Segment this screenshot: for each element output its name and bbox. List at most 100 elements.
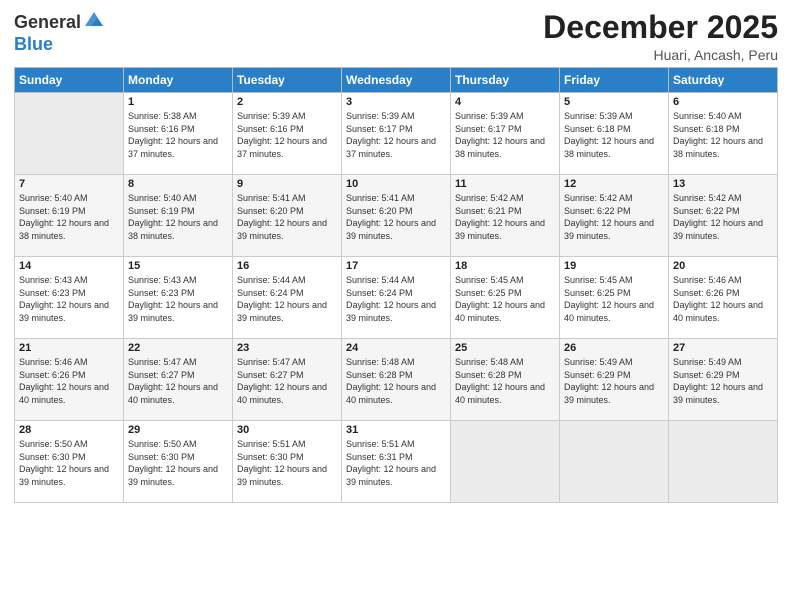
- day-number: 26: [564, 342, 664, 354]
- day-info: Sunrise: 5:51 AMSunset: 6:31 PMDaylight:…: [346, 438, 446, 488]
- page-container: General Blue December 2025 Huari, Ancash…: [0, 0, 792, 513]
- day-number: 21: [19, 342, 119, 354]
- day-number: 28: [19, 424, 119, 436]
- table-row: 1 Sunrise: 5:38 AMSunset: 6:16 PMDaylight…: [124, 93, 233, 175]
- day-info: Sunrise: 5:45 AMSunset: 6:25 PMDaylight:…: [455, 274, 555, 324]
- day-info: Sunrise: 5:40 AMSunset: 6:19 PMDaylight:…: [128, 192, 228, 242]
- table-row: 31 Sunrise: 5:51 AMSunset: 6:31 PMDayligh…: [342, 421, 451, 503]
- day-number: 22: [128, 342, 228, 354]
- table-row: 21Sunrise: 5:46 AMSunset: 6:26 PMDayligh…: [15, 339, 124, 421]
- header-row: Sunday Monday Tuesday Wednesday Thursday…: [15, 68, 778, 93]
- table-row: 15 Sunrise: 5:43 AMSunset: 6:23 PMDayligh…: [124, 257, 233, 339]
- day-number: 1: [128, 96, 228, 108]
- day-info: Sunrise: 5:42 AMSunset: 6:22 PMDaylight:…: [673, 192, 773, 242]
- day-info: Sunrise: 5:49 AMSunset: 6:29 PMDaylight:…: [673, 356, 773, 406]
- table-row: 28Sunrise: 5:50 AMSunset: 6:30 PMDayligh…: [15, 421, 124, 503]
- table-row: 11Sunrise: 5:42 AMSunset: 6:21 PMDayligh…: [451, 175, 560, 257]
- day-info: Sunrise: 5:41 AMSunset: 6:20 PMDaylight:…: [346, 192, 446, 242]
- day-number: 10: [346, 178, 446, 190]
- col-wednesday: Wednesday: [342, 68, 451, 93]
- calendar-week-row: 14 Sunrise: 5:43 AMSunset: 6:23 PMDayligh…: [15, 257, 778, 339]
- day-number: 18: [455, 260, 555, 272]
- table-row: [669, 421, 778, 503]
- table-row: [451, 421, 560, 503]
- day-info: Sunrise: 5:42 AMSunset: 6:21 PMDaylight:…: [455, 192, 555, 242]
- col-tuesday: Tuesday: [233, 68, 342, 93]
- day-info: Sunrise: 5:44 AMSunset: 6:24 PMDaylight:…: [346, 274, 446, 324]
- day-number: 27: [673, 342, 773, 354]
- table-row: 17Sunrise: 5:44 AMSunset: 6:24 PMDayligh…: [342, 257, 451, 339]
- day-number: 2: [237, 96, 337, 108]
- day-info: Sunrise: 5:43 AMSunset: 6:23 PMDaylight:…: [19, 274, 119, 324]
- table-row: 25 Sunrise: 5:48 AMSunset: 6:28 PMDayligh…: [451, 339, 560, 421]
- day-info: Sunrise: 5:48 AMSunset: 6:28 PMDaylight:…: [455, 356, 555, 406]
- table-row: 16Sunrise: 5:44 AMSunset: 6:24 PMDayligh…: [233, 257, 342, 339]
- table-row: 24Sunrise: 5:48 AMSunset: 6:28 PMDayligh…: [342, 339, 451, 421]
- calendar-week-row: 28 Sunrise: 5:50 AMSunset: 6:30 PMDayligh…: [15, 421, 778, 503]
- table-row: 3 Sunrise: 5:39 AMSunset: 6:17 PMDaylight…: [342, 93, 451, 175]
- table-row: [560, 421, 669, 503]
- day-number: 8: [128, 178, 228, 190]
- logo: General Blue: [14, 10, 105, 55]
- day-info: Sunrise: 5:51 AMSunset: 6:30 PMDaylight:…: [237, 438, 337, 488]
- month-title: December 2025: [543, 10, 778, 45]
- table-row: 30Sunrise: 5:51 AMSunset: 6:30 PMDayligh…: [233, 421, 342, 503]
- day-number: 31: [346, 424, 446, 436]
- day-number: 14: [19, 260, 119, 272]
- day-info: Sunrise: 5:48 AMSunset: 6:28 PMDaylight:…: [346, 356, 446, 406]
- title-area: December 2025 Huari, Ancash, Peru: [543, 10, 778, 63]
- day-info: Sunrise: 5:47 AMSunset: 6:27 PMDaylight:…: [128, 356, 228, 406]
- day-info: Sunrise: 5:39 AMSunset: 6:16 PMDaylight:…: [237, 110, 337, 160]
- day-number: 23: [237, 342, 337, 354]
- location: Huari, Ancash, Peru: [543, 47, 778, 63]
- table-row: 6 Sunrise: 5:40 AMSunset: 6:18 PMDaylight…: [669, 93, 778, 175]
- logo-general: General: [14, 13, 81, 33]
- day-info: Sunrise: 5:39 AMSunset: 6:17 PMDaylight:…: [346, 110, 446, 160]
- day-info: Sunrise: 5:39 AMSunset: 6:17 PMDaylight:…: [455, 110, 555, 160]
- col-sunday: Sunday: [15, 68, 124, 93]
- table-row: 27 Sunrise: 5:49 AMSunset: 6:29 PMDayligh…: [669, 339, 778, 421]
- logo-icon: [83, 8, 105, 30]
- logo-blue: Blue: [14, 34, 53, 54]
- col-saturday: Saturday: [669, 68, 778, 93]
- day-info: Sunrise: 5:38 AMSunset: 6:16 PMDaylight:…: [128, 110, 228, 160]
- col-thursday: Thursday: [451, 68, 560, 93]
- day-info: Sunrise: 5:41 AMSunset: 6:20 PMDaylight:…: [237, 192, 337, 242]
- table-row: 4 Sunrise: 5:39 AMSunset: 6:17 PMDaylight…: [451, 93, 560, 175]
- day-number: 20: [673, 260, 773, 272]
- day-number: 15: [128, 260, 228, 272]
- table-row: 14 Sunrise: 5:43 AMSunset: 6:23 PMDayligh…: [15, 257, 124, 339]
- table-row: 8 Sunrise: 5:40 AMSunset: 6:19 PMDaylight…: [124, 175, 233, 257]
- day-number: 5: [564, 96, 664, 108]
- calendar-week-row: 21Sunrise: 5:46 AMSunset: 6:26 PMDayligh…: [15, 339, 778, 421]
- day-number: 6: [673, 96, 773, 108]
- header: General Blue December 2025 Huari, Ancash…: [14, 10, 778, 63]
- table-row: 5Sunrise: 5:39 AMSunset: 6:18 PMDaylight…: [560, 93, 669, 175]
- table-row: 10 Sunrise: 5:41 AMSunset: 6:20 PMDayligh…: [342, 175, 451, 257]
- table-row: 22 Sunrise: 5:47 AMSunset: 6:27 PMDayligh…: [124, 339, 233, 421]
- day-number: 9: [237, 178, 337, 190]
- day-number: 3: [346, 96, 446, 108]
- table-row: 19Sunrise: 5:45 AMSunset: 6:25 PMDayligh…: [560, 257, 669, 339]
- day-info: Sunrise: 5:40 AMSunset: 6:19 PMDaylight:…: [19, 192, 119, 242]
- day-info: Sunrise: 5:40 AMSunset: 6:18 PMDaylight:…: [673, 110, 773, 160]
- day-info: Sunrise: 5:49 AMSunset: 6:29 PMDaylight:…: [564, 356, 664, 406]
- day-info: Sunrise: 5:43 AMSunset: 6:23 PMDaylight:…: [128, 274, 228, 324]
- day-info: Sunrise: 5:46 AMSunset: 6:26 PMDaylight:…: [673, 274, 773, 324]
- table-row: 20 Sunrise: 5:46 AMSunset: 6:26 PMDayligh…: [669, 257, 778, 339]
- calendar-week-row: 1 Sunrise: 5:38 AMSunset: 6:16 PMDaylight…: [15, 93, 778, 175]
- table-row: 13 Sunrise: 5:42 AMSunset: 6:22 PMDayligh…: [669, 175, 778, 257]
- day-number: 16: [237, 260, 337, 272]
- day-number: 12: [564, 178, 664, 190]
- table-row: [15, 93, 124, 175]
- table-row: 29Sunrise: 5:50 AMSunset: 6:30 PMDayligh…: [124, 421, 233, 503]
- day-number: 13: [673, 178, 773, 190]
- day-info: Sunrise: 5:47 AMSunset: 6:27 PMDaylight:…: [237, 356, 337, 406]
- table-row: 7Sunrise: 5:40 AMSunset: 6:19 PMDaylight…: [15, 175, 124, 257]
- day-number: 25: [455, 342, 555, 354]
- day-number: 4: [455, 96, 555, 108]
- day-number: 19: [564, 260, 664, 272]
- table-row: 9 Sunrise: 5:41 AMSunset: 6:20 PMDaylight…: [233, 175, 342, 257]
- calendar-week-row: 7Sunrise: 5:40 AMSunset: 6:19 PMDaylight…: [15, 175, 778, 257]
- day-info: Sunrise: 5:50 AMSunset: 6:30 PMDaylight:…: [128, 438, 228, 488]
